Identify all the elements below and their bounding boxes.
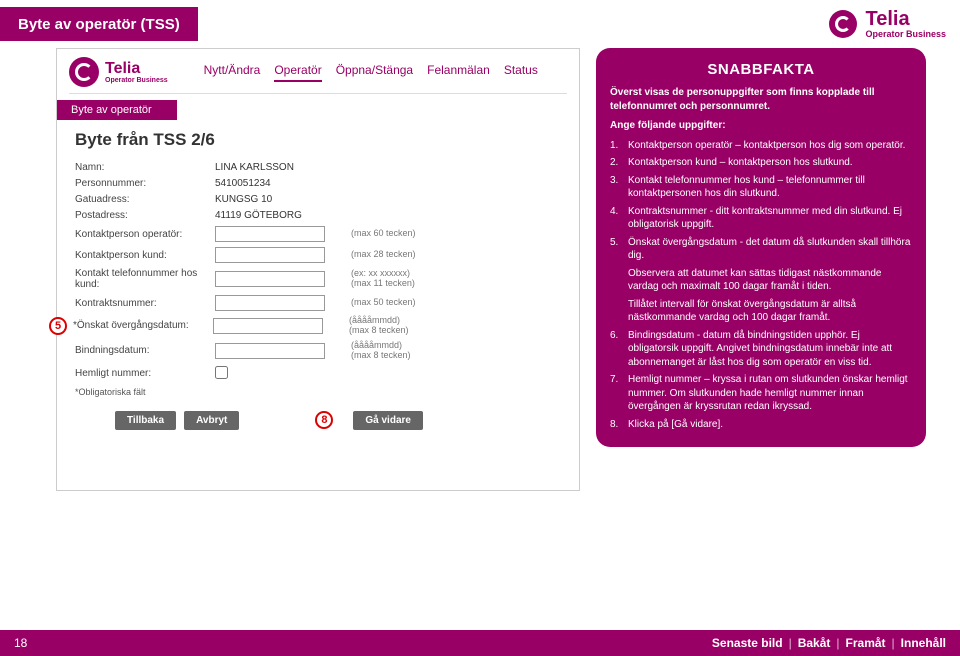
info-item: Tillåtet intervall för önskat övergångsd…: [628, 298, 912, 325]
label-post: Postadress:: [75, 210, 215, 221]
footer-nav: Senaste bild | Bakåt | Framåt | Innehåll: [712, 636, 946, 650]
app-header: Telia Operator Business Nytt/Ändra Opera…: [57, 49, 579, 91]
tab-oppna-stanga[interactable]: Öppna/Stänga: [336, 63, 413, 82]
page-title-strip: Byte av operatör (TSS): [0, 7, 198, 41]
label-hemligt: Hemligt nummer:: [75, 368, 215, 379]
info-item: Kontraktsnummer - ditt kontraktsnummer m…: [628, 205, 912, 232]
label-kontakt-kund: Kontaktperson kund:: [75, 250, 215, 261]
page-title: Byte av operatör (TSS): [18, 16, 180, 33]
footnote-obligatoriska: *Obligatoriska fält: [75, 387, 561, 397]
info-sub: Ange följande uppgifter:: [610, 120, 726, 131]
value-gatu: KUNGSG 10: [215, 194, 345, 205]
info-item: Kontakt telefonnummer hos kund – telefon…: [628, 174, 912, 201]
app-body: Byte från TSS 2/6 Namn: LINA KARLSSON Pe…: [57, 130, 579, 490]
telia-logo: Telia Operator Business: [829, 8, 946, 40]
input-kontakt-operator[interactable]: [215, 226, 325, 242]
page-subtitle: Byte från TSS 2/6: [75, 130, 561, 150]
swirl-icon: [829, 10, 857, 38]
label-gatu: Gatuadress:: [75, 194, 215, 205]
nav-innehall[interactable]: Innehåll: [901, 636, 946, 650]
callout-8: 8: [315, 411, 333, 429]
nav-framat[interactable]: Framåt: [846, 636, 886, 650]
tab-operator[interactable]: Operatör: [274, 63, 321, 82]
info-item: Kontaktperson kund – kontaktperson hos s…: [628, 156, 853, 170]
info-item: Bindingsdatum - datum då bindningstiden …: [628, 329, 912, 370]
hint-kontakt-tel: (ex: xx xxxxxx) (max 11 tecken): [351, 269, 415, 289]
info-item: Observera att datumet kan sättas tidigas…: [628, 267, 912, 294]
hint-overgang: (ååååmmdd) (max 8 tecken): [349, 316, 409, 336]
input-overgang[interactable]: [213, 318, 323, 334]
breadcrumb: Byte av operatör: [57, 100, 177, 120]
info-item: Klicka på [Gå vidare].: [628, 418, 723, 432]
info-panel: SNABBFAKTA Överst visas de personuppgift…: [596, 48, 926, 447]
hint-kontrakt: (max 50 tecken): [351, 298, 416, 308]
callout-5: 5: [49, 317, 67, 335]
label-overgang: *Önskat övergångsdatum:: [73, 320, 213, 331]
back-button[interactable]: Tillbaka: [115, 411, 176, 430]
input-kontakt-tel[interactable]: [215, 271, 325, 287]
next-button[interactable]: Gå vidare: [353, 411, 423, 430]
info-intro: Överst visas de personuppgifter som finn…: [610, 87, 875, 112]
hint-kontakt-operator: (max 60 tecken): [351, 229, 416, 239]
input-kontakt-kund[interactable]: [215, 247, 325, 263]
tab-nytt-andra[interactable]: Nytt/Ändra: [204, 63, 261, 82]
tab-felanmalan[interactable]: Felanmälan: [427, 63, 490, 82]
label-namn: Namn:: [75, 162, 215, 173]
swirl-icon: [69, 57, 99, 87]
label-personnr: Personnummer:: [75, 178, 215, 189]
nav-senaste-bild[interactable]: Senaste bild: [712, 636, 783, 650]
bottombar: 18 Senaste bild | Bakåt | Framåt | Inneh…: [0, 630, 960, 656]
tab-status[interactable]: Status: [504, 63, 538, 82]
label-bind: Bindningsdatum:: [75, 345, 215, 356]
page-number: 18: [14, 636, 27, 650]
app-window: Telia Operator Business Nytt/Ändra Opera…: [56, 48, 580, 491]
input-bind[interactable]: [215, 343, 325, 359]
app-brand-sub: Operator Business: [105, 77, 168, 84]
checkbox-hemligt[interactable]: [215, 366, 228, 379]
label-kontakt-operator: Kontaktperson operatör:: [75, 229, 215, 240]
info-title: SNABBFAKTA: [610, 60, 912, 80]
info-list: 1.Kontaktperson operatör – kontaktperson…: [610, 139, 912, 432]
label-kontrakt: Kontraktsnummer:: [75, 298, 215, 309]
app-logo: Telia Operator Business: [69, 57, 168, 87]
value-post: 41119 GÖTEBORG: [215, 210, 345, 221]
topbar: Byte av operatör (TSS) Telia Operator Bu…: [0, 0, 960, 48]
cancel-button[interactable]: Avbryt: [184, 411, 239, 430]
info-item: Önskat övergångsdatum - det datum då slu…: [628, 236, 912, 263]
button-row: Tillbaka Avbryt 8 Gå vidare: [115, 411, 561, 430]
app-brand: Telia: [105, 61, 168, 77]
hint-kontakt-kund: (max 28 tecken): [351, 250, 416, 260]
nav-bakat[interactable]: Bakåt: [798, 636, 831, 650]
hint-bind: (ååååmmdd) (max 8 tecken): [351, 341, 411, 361]
brand-name: Telia: [865, 8, 946, 30]
app-tabs: Nytt/Ändra Operatör Öppna/Stänga Felanmä…: [204, 63, 538, 82]
value-personnr: 5410051234: [215, 178, 345, 189]
brand-sub: Operator Business: [865, 30, 946, 40]
info-item: Kontaktperson operatör – kontaktperson h…: [628, 139, 905, 153]
info-item: Hemligt nummer – kryssa i rutan om slutk…: [628, 373, 912, 414]
label-kontakt-tel: Kontakt telefonnummer hos kund:: [75, 268, 215, 290]
value-namn: LINA KARLSSON: [215, 162, 345, 173]
input-kontrakt[interactable]: [215, 295, 325, 311]
